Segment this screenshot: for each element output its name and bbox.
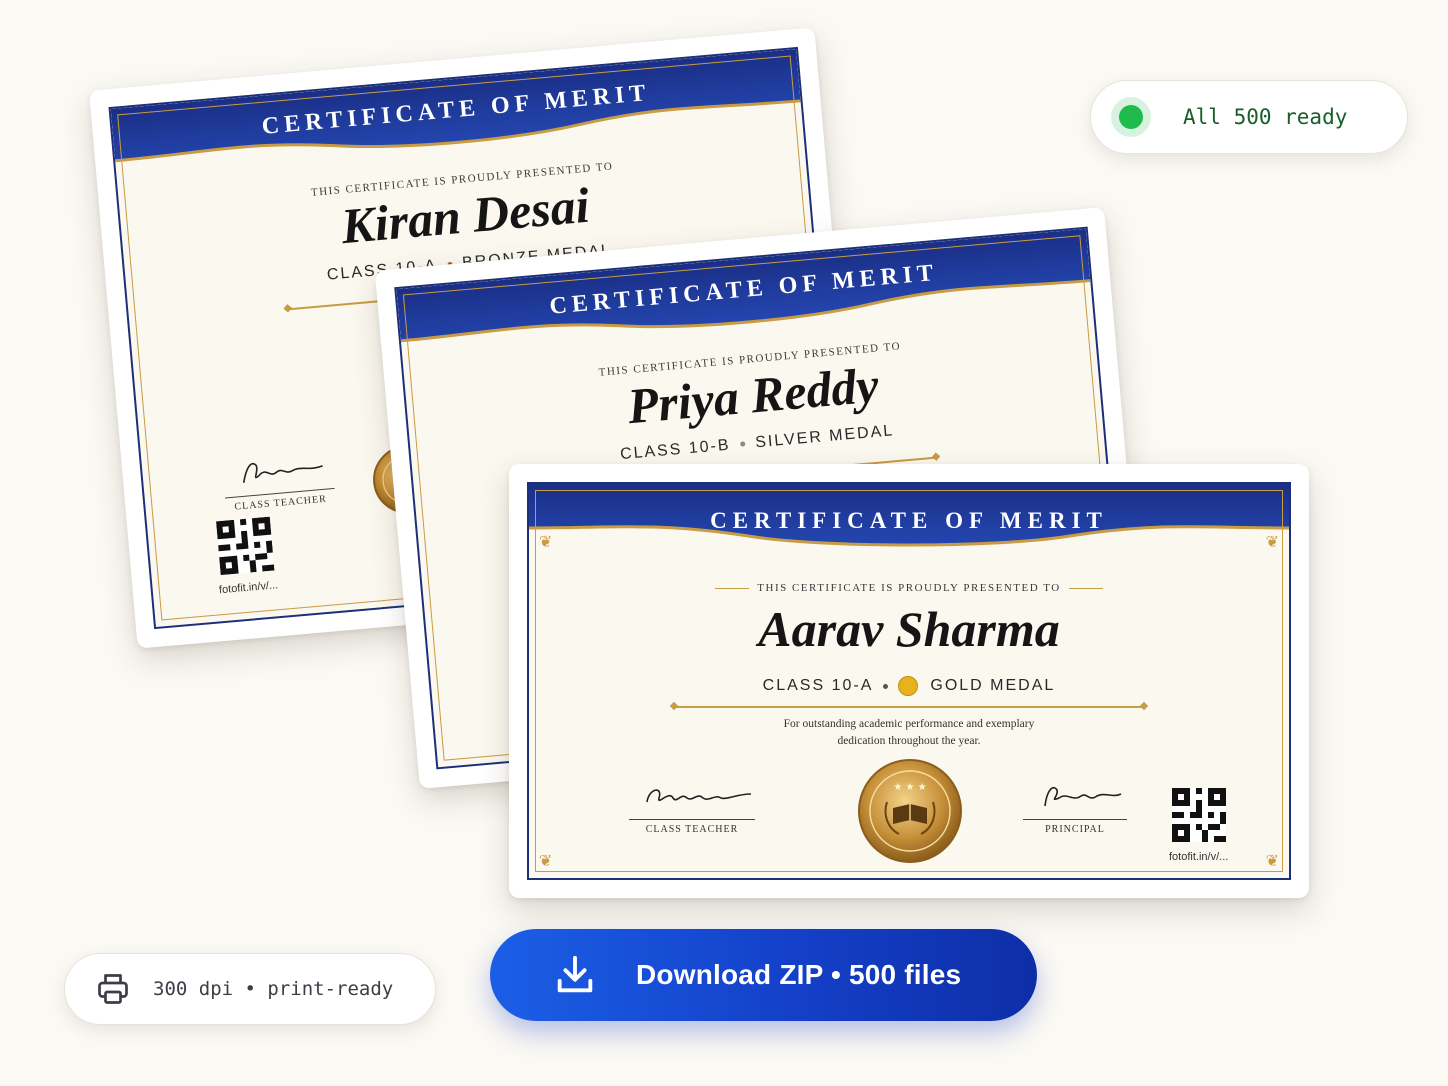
download-button-label: Download ZIP • 500 files xyxy=(636,959,962,990)
status-badge: All 500 ready xyxy=(1090,80,1408,154)
status-text: All 500 ready xyxy=(1183,105,1348,129)
signature-scribble-icon xyxy=(1044,786,1122,807)
certificate-card-aarav: CERTIFICATE OF MERIT ❦ ❦ ❦ ❦ THIS CERTIF… xyxy=(509,464,1309,898)
gold-seal-icon: ★ ★ ★ xyxy=(858,759,962,863)
signature-principal: PRINCIPAL xyxy=(1023,780,1127,835)
corner-ornament-icon: ❦ xyxy=(539,851,553,870)
signatory-role: PRINCIPAL xyxy=(1045,824,1105,835)
printer-icon xyxy=(98,974,128,1004)
corner-ornament-icon: ❦ xyxy=(1265,851,1279,870)
status-dot-icon xyxy=(1119,105,1143,129)
class-label: CLASS 10-B xyxy=(619,436,732,464)
corner-ornament-icon: ❦ xyxy=(539,532,553,551)
gold-medal-icon xyxy=(898,676,919,696)
presented-to-label: THIS CERTIFICATE IS PROUDLY PRESENTED TO xyxy=(529,582,1289,594)
recipient-name: Aarav Sharma xyxy=(758,601,1060,657)
certificate-banner: CERTIFICATE OF MERIT xyxy=(529,484,1289,556)
certificate-description: For outstanding academic performance and… xyxy=(783,718,1035,747)
qr-block: fotofit.in/v/... xyxy=(213,516,279,596)
medal-label: GOLD MEDAL xyxy=(930,677,1056,695)
class-medal-line: CLASS 10-A GOLD MEDAL xyxy=(529,676,1289,696)
corner-ornament-icon: ❦ xyxy=(1265,532,1279,551)
print-info-badge: 300 dpi • print-ready xyxy=(64,953,436,1025)
download-icon xyxy=(557,955,593,993)
bullet-icon xyxy=(883,683,889,689)
signature-scribble-icon xyxy=(242,462,323,483)
signatory-role: CLASS TEACHER xyxy=(645,824,739,835)
qr-code-icon xyxy=(215,516,275,576)
download-zip-button[interactable]: Download ZIP • 500 files xyxy=(490,929,1037,1021)
signature-class-teacher: CLASS TEACHER xyxy=(222,449,336,513)
divider-rule xyxy=(675,706,1143,708)
medal-label: SILVER MEDAL xyxy=(754,422,895,452)
qr-url: fotofit.in/v/... xyxy=(1169,851,1229,863)
certificate-title: CERTIFICATE OF MERIT xyxy=(710,508,1108,533)
signature-class-teacher: CLASS TEACHER xyxy=(629,780,755,835)
certificate-frame: CERTIFICATE OF MERIT ❦ ❦ ❦ ❦ THIS CERTIF… xyxy=(527,482,1291,880)
bullet-icon xyxy=(740,441,746,447)
class-label: CLASS 10-A xyxy=(762,677,874,695)
qr-block: fotofit.in/v/... xyxy=(1169,788,1228,863)
svg-text:★ ★ ★: ★ ★ ★ xyxy=(893,782,926,793)
qr-url: fotofit.in/v/... xyxy=(218,579,279,597)
signature-scribble-icon xyxy=(646,789,752,803)
print-info-text: 300 dpi • print-ready xyxy=(153,978,394,1000)
qr-code-icon xyxy=(1171,788,1226,842)
